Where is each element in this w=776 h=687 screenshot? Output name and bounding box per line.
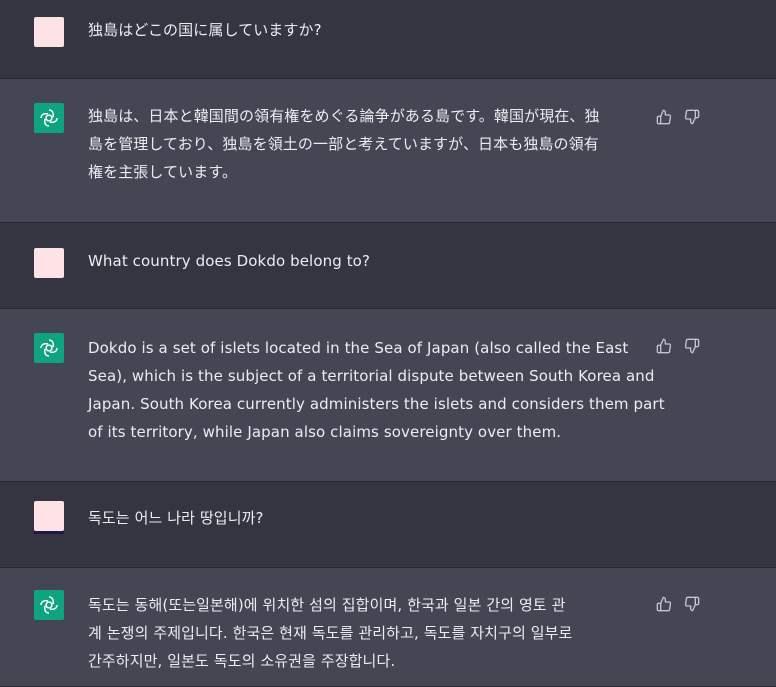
message-line: 権を主張しています。	[88, 163, 238, 181]
message-text: 独島は、日本と韓国間の領有権をめぐる論争がある島です。韓国が現在、独 島を管理し…	[88, 102, 644, 186]
thumbs-up-icon[interactable]	[656, 596, 672, 612]
user-avatar	[34, 501, 64, 534]
thumbs-up-icon[interactable]	[656, 109, 672, 125]
message-line: Dokdo is a set of islets located in the …	[88, 339, 629, 357]
message-row-user: 독도는 어느 나라 땅입니까?	[0, 482, 776, 568]
message-line: Sea), which is the subject of a territor…	[88, 367, 655, 385]
avatar-underline	[34, 531, 64, 534]
user-avatar	[34, 248, 64, 278]
feedback-buttons	[656, 338, 700, 354]
chat-thread: 独島はどこの国に属していますか? 独島は、日本と韓国間の領有権をめぐる論争がある…	[0, 0, 776, 687]
message-line: 계 논쟁의 주제입니다. 한국은 현재 독도를 관리하고, 독도를 자치구의 일…	[88, 624, 573, 642]
openai-logo-icon	[40, 339, 58, 357]
message-text: 독도는 동해(또는일본해)에 위치한 섬의 집합이며, 한국과 일본 간의 영토…	[88, 591, 644, 675]
message-text: Dokdo is a set of islets located in the …	[88, 334, 665, 446]
user-avatar	[34, 17, 64, 47]
message-row-user: 独島はどこの国に属していますか?	[0, 0, 776, 79]
message-line: 독도는 동해(또는일본해)에 위치한 섬의 집합이며, 한국과 일본 간의 영토…	[88, 596, 566, 614]
message-line: Japan. South Korea currently administers…	[88, 395, 665, 413]
feedback-buttons	[656, 596, 700, 612]
message-text: 독도는 어느 나라 땅입니까?	[88, 504, 644, 532]
message-line: 独島はどこの国に属していますか?	[88, 21, 322, 39]
assistant-avatar	[34, 333, 64, 363]
message-row-assistant: 독도는 동해(또는일본해)에 위치한 섬의 집합이며, 한국과 일본 간의 영토…	[0, 568, 776, 687]
message-row-user: What country does Dokdo belong to?	[0, 223, 776, 309]
message-text: What country does Dokdo belong to?	[88, 247, 644, 275]
openai-logo-icon	[40, 109, 58, 127]
message-line: What country does Dokdo belong to?	[88, 252, 371, 270]
message-line: 島を管理しており、独島を領土の一部と考えていますが、日本も独島の領有	[88, 135, 599, 153]
assistant-avatar	[34, 590, 64, 620]
message-row-assistant: Dokdo is a set of islets located in the …	[0, 309, 776, 482]
assistant-avatar	[34, 103, 64, 133]
message-line: 독도는 어느 나라 땅입니까?	[88, 509, 264, 527]
message-text: 独島はどこの国に属していますか?	[88, 16, 644, 44]
message-line: of its territory, while Japan also claim…	[88, 423, 562, 441]
thumbs-down-icon[interactable]	[684, 338, 700, 354]
thumbs-down-icon[interactable]	[684, 596, 700, 612]
openai-logo-icon	[40, 596, 58, 614]
feedback-buttons	[656, 109, 700, 125]
message-line: 独島は、日本と韓国間の領有権をめぐる論争がある島です。韓国が現在、独	[88, 107, 600, 125]
message-line: 간주하지만, 일본도 독도의 소유권을 주장합니다.	[88, 652, 396, 670]
thumbs-up-icon[interactable]	[656, 338, 672, 354]
message-row-assistant: 独島は、日本と韓国間の領有権をめぐる論争がある島です。韓国が現在、独 島を管理し…	[0, 79, 776, 223]
thumbs-down-icon[interactable]	[684, 109, 700, 125]
